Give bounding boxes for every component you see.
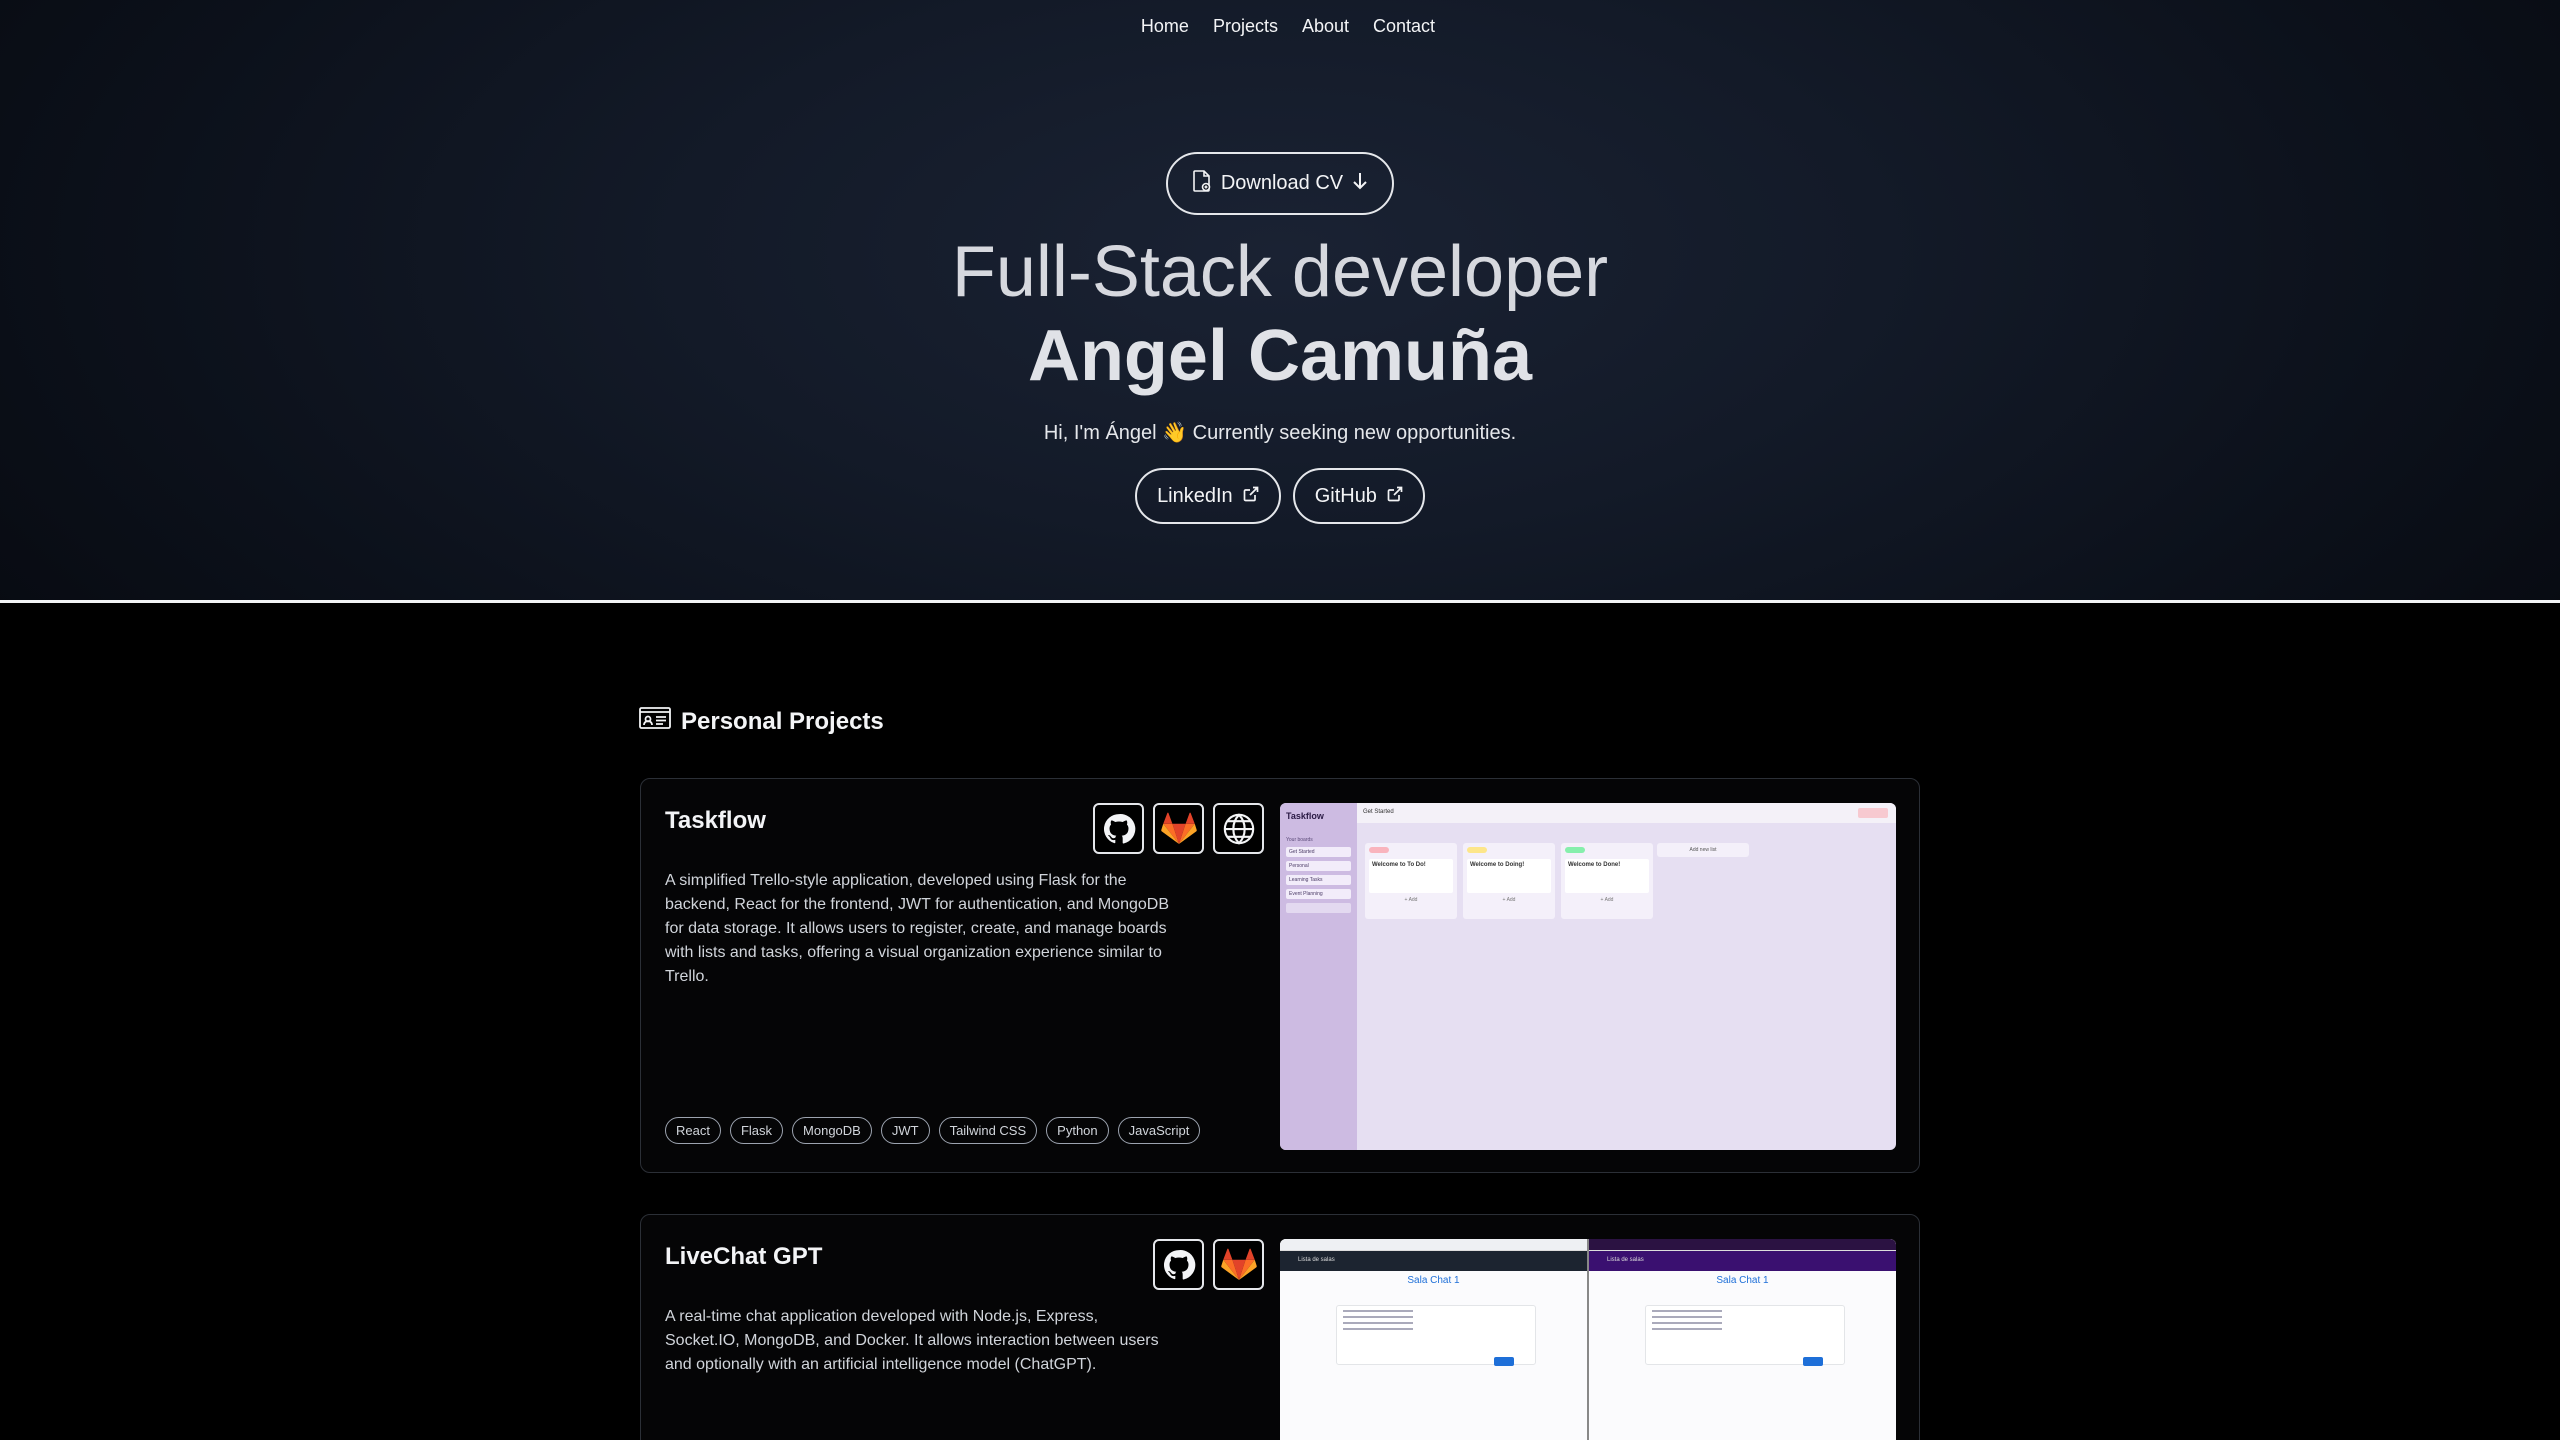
preview-add: + Add	[1600, 897, 1614, 903]
preview-send	[1494, 1357, 1514, 1366]
preview-board: Get Started Welcome to To Do! + Add Welc…	[1357, 803, 1896, 1150]
preview-chat-box	[1336, 1305, 1536, 1365]
preview-add-list: Add new list	[1657, 843, 1749, 857]
nav-about-link[interactable]: About	[1302, 16, 1349, 37]
tech-tag: Tailwind CSS	[938, 1117, 1038, 1144]
preview-chip	[1369, 847, 1389, 853]
github-repo-button[interactable]	[1093, 803, 1144, 854]
preview-logout	[1858, 808, 1888, 818]
tech-tag: JavaScript	[1117, 1117, 1201, 1144]
arrow-down-icon	[1351, 171, 1369, 197]
document-icon	[1191, 169, 1213, 199]
hero-subtitle: Hi, I'm Ángel 👋 Currently seeking new op…	[1043, 422, 1517, 444]
preview-chip	[1565, 847, 1585, 853]
gitlab-icon	[1220, 1248, 1257, 1280]
preview-browser-bar	[1280, 1239, 1587, 1251]
tech-tag: React	[665, 1117, 721, 1144]
nav-projects-link[interactable]: Projects	[1213, 16, 1278, 37]
social-links: LinkedIn GitHub	[0, 468, 2560, 524]
project-card-taskflow: Taskflow A simplified Trello-style appli…	[640, 778, 1920, 1173]
gitlab-icon	[1160, 812, 1197, 844]
live-site-button[interactable]	[1213, 803, 1264, 854]
nav-home-link[interactable]: Home	[1141, 16, 1189, 37]
id-card-icon	[639, 706, 671, 737]
projects-heading-label: Personal Projects	[681, 707, 884, 735]
preview-column: Welcome to To Do! + Add	[1365, 843, 1457, 919]
project-screenshot[interactable]: Taskflow Your boards Get Started Persona…	[1280, 803, 1896, 1150]
preview-add: + Add	[1404, 897, 1418, 903]
preview-board-item: Personal	[1286, 861, 1351, 871]
preview-pane: Lista de salas Sala Chat 1	[1280, 1239, 1587, 1440]
nav-contact-link[interactable]: Contact	[1373, 16, 1435, 37]
hero-name: Angel Camuña	[1027, 316, 1533, 396]
tech-tags: React Flask MongoDB JWT Tailwind CSS Pyt…	[665, 1117, 1201, 1144]
linkedin-label: LinkedIn	[1157, 484, 1233, 507]
preview-nav: Lista de salas	[1280, 1251, 1587, 1271]
preview-room-title: Sala Chat 1	[1716, 1275, 1769, 1286]
project-title: Taskflow	[665, 807, 766, 834]
github-icon	[1163, 1249, 1195, 1279]
preview-add: + Add	[1502, 897, 1516, 903]
external-link-icon	[1387, 485, 1403, 508]
github-repo-button[interactable]	[1153, 1239, 1204, 1290]
preview-board-item	[1286, 903, 1351, 913]
github-button[interactable]: GitHub	[1292, 468, 1425, 524]
download-cv-label: Download CV	[1220, 172, 1344, 194]
gitlab-repo-button[interactable]	[1153, 803, 1204, 854]
preview-board-item: Get Started	[1286, 847, 1351, 857]
main-nav: Home Projects About Contact	[0, 16, 2560, 37]
github-icon	[1103, 813, 1135, 843]
preview-sidebar-label: Your boards	[1286, 837, 1313, 843]
preview-app-name: Taskflow	[1286, 811, 1324, 821]
preview-browser-bar	[1589, 1239, 1896, 1251]
globe-icon	[1223, 812, 1254, 845]
preview-sidebar: Taskflow Your boards Get Started Persona…	[1280, 803, 1357, 1150]
preview-card-title: Welcome to Doing!	[1470, 862, 1525, 868]
hero-section: Home Projects About Contact Download CV …	[0, 0, 2560, 603]
project-description: A real-time chat application developed w…	[665, 1308, 1159, 1373]
external-link-icon	[1243, 485, 1259, 508]
tech-tag: Flask	[729, 1117, 784, 1144]
tech-tag: Python	[1046, 1117, 1109, 1144]
projects-heading: Personal Projects	[639, 706, 884, 737]
preview-chat-box	[1645, 1305, 1845, 1365]
preview-card-title: Welcome to To Do!	[1372, 862, 1426, 868]
project-card-livechat: LiveChat GPT A real-time chat applicatio…	[640, 1214, 1920, 1440]
preview-column: Welcome to Doing! + Add	[1463, 843, 1555, 919]
github-label: GitHub	[1314, 484, 1377, 507]
linkedin-button[interactable]: LinkedIn	[1135, 468, 1281, 524]
preview-chip	[1467, 847, 1487, 853]
preview-room-title: Sala Chat 1	[1407, 1275, 1460, 1286]
project-screenshot[interactable]: Lista de salas Sala Chat 1 Lista de sala…	[1280, 1239, 1896, 1440]
preview-board-item: Learning Tasks	[1286, 875, 1351, 885]
project-title: LiveChat GPT	[665, 1243, 823, 1270]
preview-card-title: Welcome to Done!	[1568, 862, 1621, 868]
tech-tag: JWT	[880, 1117, 930, 1144]
preview-header: Get Started	[1357, 803, 1896, 823]
preview-nav: Lista de salas	[1589, 1251, 1896, 1271]
preview-column: Welcome to Done! + Add	[1561, 843, 1653, 919]
gitlab-repo-button[interactable]	[1213, 1239, 1264, 1290]
tech-tag: MongoDB	[792, 1117, 872, 1144]
download-cv-button[interactable]: Download CV	[1166, 152, 1394, 215]
preview-send	[1803, 1357, 1823, 1366]
project-description: A simplified Trello-style application, d…	[665, 872, 1169, 985]
preview-pane: Lista de salas Sala Chat 1	[1587, 1239, 1896, 1440]
preview-board-item: Event Planning	[1286, 889, 1351, 899]
hero-title: Full-Stack developer	[951, 232, 1609, 312]
